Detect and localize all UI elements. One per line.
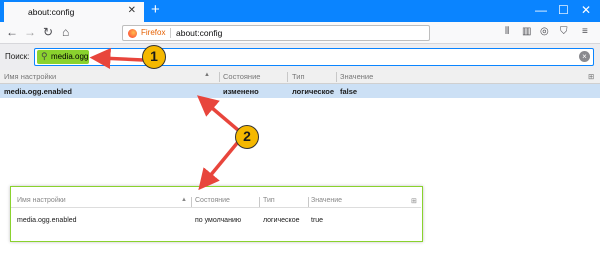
arrow-to-inset [198,140,240,191]
arrow-to-selected-row [196,95,240,132]
annotation-badge-2: 2 [235,125,259,149]
annotation-badge-1: 1 [142,45,166,69]
arrow-to-search [89,47,144,69]
annotation-arrows [89,47,240,191]
